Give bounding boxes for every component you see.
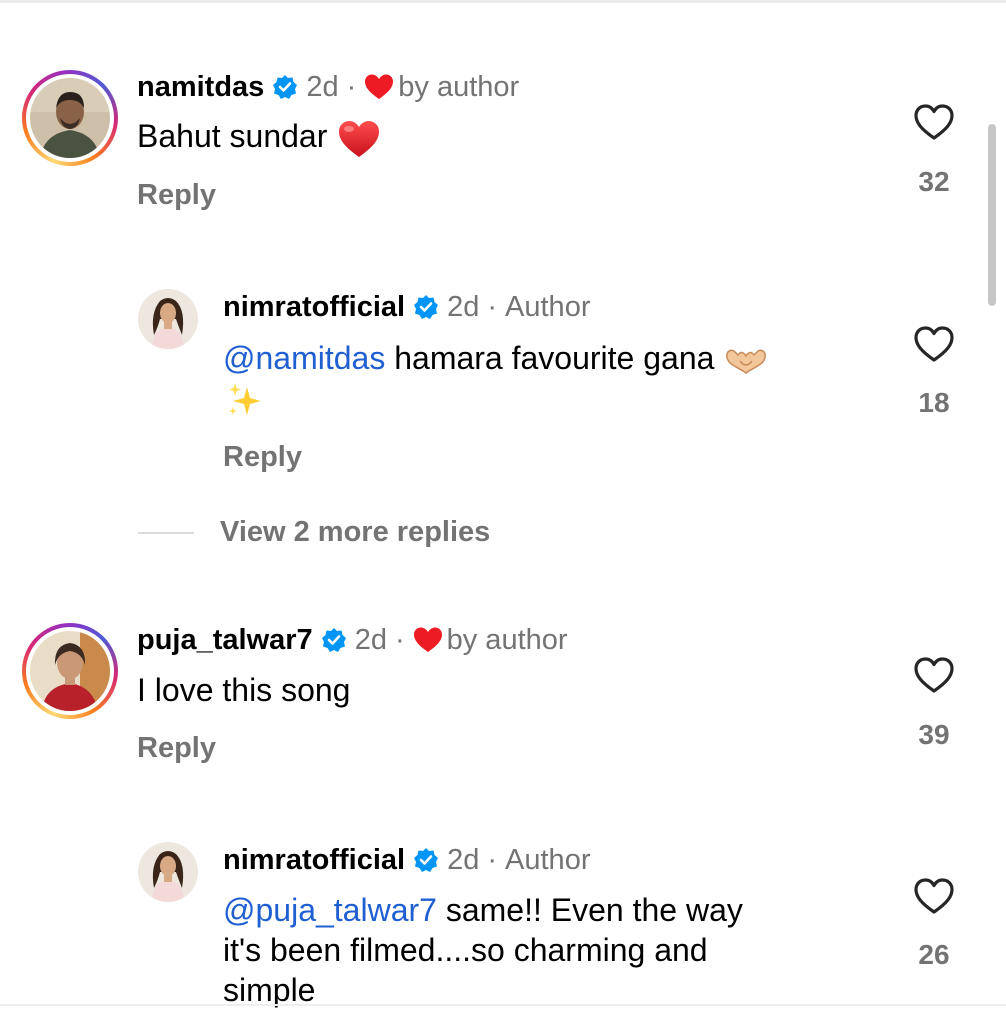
reply-button[interactable]: Reply bbox=[137, 731, 216, 765]
avatar[interactable] bbox=[138, 289, 198, 349]
heart-icon bbox=[413, 626, 443, 654]
comment-text: Bahut sundar bbox=[137, 116, 381, 159]
comment-text: @puja_talwar7 same!! Even the way it's b… bbox=[223, 890, 883, 1010]
bottom-divider bbox=[0, 1004, 1006, 1006]
avatar bbox=[30, 631, 110, 711]
username[interactable]: puja_talwar7 bbox=[137, 623, 313, 657]
avatar bbox=[30, 78, 110, 158]
avatar[interactable] bbox=[138, 842, 198, 902]
thread-line bbox=[138, 531, 194, 534]
red-heart-emoji bbox=[337, 119, 381, 159]
avatar-story-ring[interactable] bbox=[22, 623, 118, 719]
separator: · bbox=[487, 291, 498, 323]
heart-outline-icon[interactable] bbox=[913, 103, 955, 141]
comment-header: nimratofficial 2d · Author bbox=[223, 290, 590, 324]
heart-outline-icon[interactable] bbox=[913, 656, 955, 694]
timestamp: 2d bbox=[306, 71, 339, 103]
comment-body: hamara favourite gana bbox=[385, 340, 715, 376]
mention-link[interactable]: @namitdas bbox=[223, 340, 385, 376]
author-label: Author bbox=[505, 844, 591, 876]
separator: · bbox=[487, 844, 498, 876]
view-more-replies[interactable]: View 2 more replies bbox=[138, 516, 490, 549]
heart-icon bbox=[364, 73, 394, 101]
like-count: 18 bbox=[918, 387, 950, 418]
mention-link[interactable]: @puja_talwar7 bbox=[223, 892, 437, 928]
comment-body-line-3: simple bbox=[223, 972, 316, 1008]
reply-button[interactable]: Reply bbox=[137, 178, 216, 212]
username[interactable]: namitdas bbox=[137, 70, 264, 104]
timestamp: 2d bbox=[447, 291, 480, 323]
separator: · bbox=[346, 71, 357, 103]
verified-badge-icon bbox=[413, 294, 439, 320]
comment-body-line-1: same!! Even the way bbox=[436, 892, 743, 928]
scrollbar[interactable] bbox=[988, 124, 996, 306]
heart-hands-emoji bbox=[724, 346, 768, 376]
timestamp: 2d bbox=[354, 624, 387, 656]
verified-badge-icon bbox=[321, 627, 347, 653]
view-more-replies-label[interactable]: View 2 more replies bbox=[220, 516, 490, 549]
verified-badge-icon bbox=[272, 74, 298, 100]
heart-outline-icon[interactable] bbox=[913, 325, 955, 363]
liked-by-author-label: by author bbox=[398, 71, 520, 103]
comment-header: puja_talwar7 2d · by author bbox=[137, 623, 568, 657]
like-count: 32 bbox=[918, 166, 950, 197]
author-label: Author bbox=[505, 291, 591, 323]
verified-badge-icon bbox=[413, 847, 439, 873]
avatar-story-ring[interactable] bbox=[22, 70, 118, 166]
separator: · bbox=[394, 624, 405, 656]
liked-by-author-label: by author bbox=[446, 624, 568, 656]
comment-header: nimratofficial 2d · Author bbox=[223, 843, 590, 877]
username[interactable]: nimratofficial bbox=[223, 843, 405, 877]
top-divider bbox=[0, 0, 1006, 3]
comment-text: I love this song bbox=[137, 670, 350, 710]
reply-button[interactable]: Reply bbox=[223, 440, 302, 474]
comment-body: Bahut sundar bbox=[137, 118, 328, 154]
comment-header: namitdas 2d · by author bbox=[137, 70, 519, 104]
comment-body: I love this song bbox=[137, 672, 351, 708]
comment-body-line-2: it's been filmed....so charming and bbox=[223, 932, 708, 968]
heart-outline-icon[interactable] bbox=[913, 877, 955, 915]
timestamp: 2d bbox=[447, 844, 480, 876]
like-count: 39 bbox=[918, 719, 950, 750]
username[interactable]: nimratofficial bbox=[223, 290, 405, 324]
comment-text: @namitdas hamara favourite gana bbox=[223, 338, 883, 421]
sparkles-emoji bbox=[223, 381, 267, 421]
like-count: 26 bbox=[918, 939, 950, 970]
